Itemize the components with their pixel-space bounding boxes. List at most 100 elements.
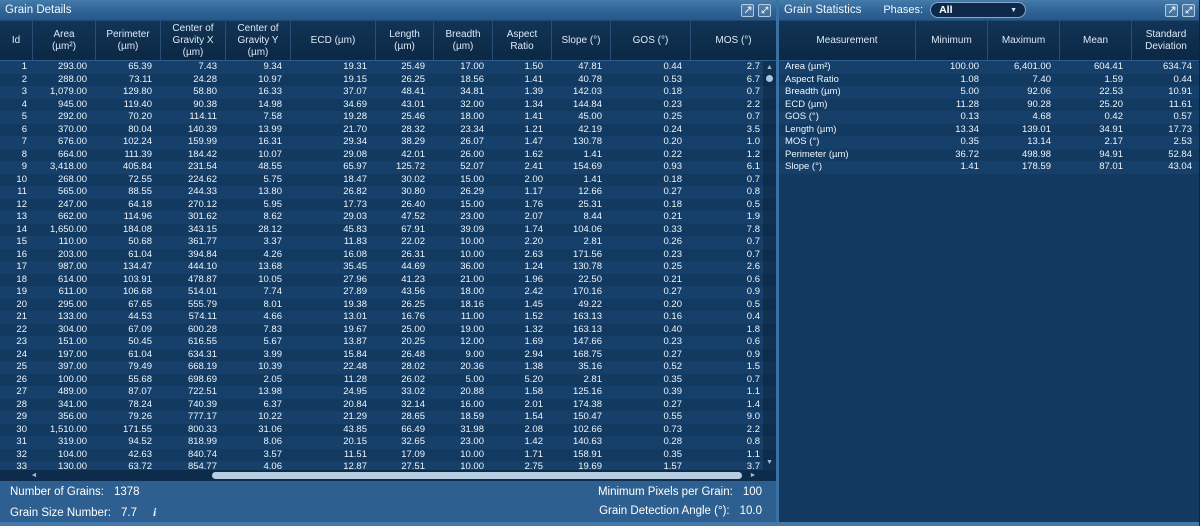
table-row[interactable]: Slope (°)1.41178.5987.0143.04 bbox=[779, 161, 1200, 174]
table-row[interactable]: GOS (°)0.134.680.420.57 bbox=[779, 111, 1200, 124]
table-cell: 1.41 bbox=[492, 74, 551, 87]
table-cell: 110.00 bbox=[32, 236, 95, 249]
table-row[interactable]: 31319.0094.52818.998.0620.1532.6523.001.… bbox=[0, 436, 776, 449]
table-row[interactable]: 19611.00106.68514.017.7427.8943.5618.002… bbox=[0, 286, 776, 299]
table-row[interactable]: 25397.0079.49668.1910.3922.4828.0220.361… bbox=[0, 361, 776, 374]
table-cell: 12 bbox=[0, 199, 32, 212]
table-cell: 26.40 bbox=[375, 199, 433, 212]
column-header-id[interactable]: Id bbox=[0, 21, 32, 60]
table-row[interactable]: 93,418.00405.84231.5448.5565.97125.7252.… bbox=[0, 161, 776, 174]
horizontal-scrollbar[interactable]: ◄ ► bbox=[0, 470, 776, 481]
table-cell: 0.23 bbox=[610, 249, 690, 262]
phases-dropdown[interactable]: All ▼ bbox=[930, 2, 1026, 18]
table-row[interactable]: Breadth (µm)5.0092.0622.5310.91 bbox=[779, 86, 1200, 99]
table-row[interactable]: 141,650.00184.08343.1528.1245.8367.9139.… bbox=[0, 224, 776, 237]
table-cell: 405.84 bbox=[95, 161, 160, 174]
table-row[interactable]: 31,079.00129.8058.8016.3337.0748.4134.81… bbox=[0, 86, 776, 99]
table-row[interactable]: 13662.00114.96301.628.6229.0347.5223.002… bbox=[0, 211, 776, 224]
table-cell: 818.99 bbox=[160, 436, 225, 449]
table-row[interactable]: 18614.00103.91478.8710.0527.9641.2321.00… bbox=[0, 274, 776, 287]
table-row[interactable]: 20295.0067.65555.798.0119.3826.2518.161.… bbox=[0, 299, 776, 312]
table-row[interactable]: 17987.00134.47444.1013.6835.4544.6936.00… bbox=[0, 261, 776, 274]
table-row[interactable]: 1293.0065.397.439.3419.3125.4917.001.504… bbox=[0, 61, 776, 74]
table-cell: 67.91 bbox=[375, 224, 433, 237]
table-cell: 1.08 bbox=[915, 74, 987, 87]
table-cell: 43.56 bbox=[375, 286, 433, 299]
column-header-mean[interactable]: Mean bbox=[1059, 21, 1131, 60]
table-row[interactable]: 32104.0042.63840.743.5711.5117.0910.001.… bbox=[0, 449, 776, 462]
maximize-icon[interactable] bbox=[758, 4, 771, 17]
table-cell: 40.78 bbox=[551, 74, 610, 87]
table-row[interactable]: Area (µm²)100.006,401.00604.41634.74 bbox=[779, 61, 1200, 74]
table-row[interactable]: 7676.00102.24159.9916.3129.3438.2926.071… bbox=[0, 136, 776, 149]
table-cell: 174.38 bbox=[551, 399, 610, 412]
column-header-mos[interactable]: MOS (°) bbox=[690, 21, 776, 60]
column-header-measurement[interactable]: Measurement bbox=[779, 21, 915, 60]
table-row[interactable]: 11565.0088.55244.3313.8026.8230.8026.291… bbox=[0, 186, 776, 199]
column-header-aspect-ratio[interactable]: Aspect Ratio bbox=[492, 21, 551, 60]
grain-statistics-title: Grain Statistics bbox=[784, 4, 861, 16]
vertical-scroll-thumb[interactable] bbox=[766, 75, 773, 82]
column-header-center-of-gravity-x-m[interactable]: Center of Gravity X (µm) bbox=[160, 21, 225, 60]
column-header-standard-deviation[interactable]: Standard Deviation bbox=[1131, 21, 1200, 60]
scroll-up-icon[interactable]: ▲ bbox=[763, 62, 776, 73]
table-cell: 17.73 bbox=[1131, 124, 1200, 137]
table-cell: 0.22 bbox=[610, 149, 690, 162]
column-header-area-m[interactable]: Area (µm²) bbox=[32, 21, 95, 60]
table-row[interactable]: 6370.0080.04140.3913.9921.7028.3223.341.… bbox=[0, 124, 776, 137]
info-icon[interactable]: i bbox=[153, 505, 156, 520]
table-cell: 0.42 bbox=[1059, 111, 1131, 124]
table-row[interactable]: 16203.0061.04394.844.2616.0826.3110.002.… bbox=[0, 249, 776, 262]
table-row[interactable]: 10268.0072.55224.625.7518.4730.0215.002.… bbox=[0, 174, 776, 187]
maximize-icon[interactable] bbox=[1182, 4, 1195, 17]
table-row[interactable]: 22304.0067.09600.287.8319.6725.0019.001.… bbox=[0, 324, 776, 337]
table-row[interactable]: 27489.0087.07722.5113.9824.9533.0220.881… bbox=[0, 386, 776, 399]
table-row[interactable]: Length (µm)13.34139.0134.9117.73 bbox=[779, 124, 1200, 137]
table-row[interactable]: 33130.0063.72854.774.0612.8727.5110.002.… bbox=[0, 461, 776, 470]
table-row[interactable]: 28341.0078.24740.396.3720.8432.1416.002.… bbox=[0, 399, 776, 412]
table-cell: 9.00 bbox=[433, 349, 492, 362]
popout-icon[interactable] bbox=[741, 4, 754, 17]
table-row[interactable]: 5292.0070.20114.117.5819.2825.4618.001.4… bbox=[0, 111, 776, 124]
table-cell: 604.41 bbox=[1059, 61, 1131, 74]
table-cell: 2.08 bbox=[492, 424, 551, 437]
table-row[interactable]: 15110.0050.68361.773.3711.8322.0210.002.… bbox=[0, 236, 776, 249]
column-header-minimum[interactable]: Minimum bbox=[915, 21, 987, 60]
column-header-gos[interactable]: GOS (°) bbox=[610, 21, 690, 60]
table-row[interactable]: 21133.0044.53574.114.6613.0116.7611.001.… bbox=[0, 311, 776, 324]
table-cell: 11 bbox=[0, 186, 32, 199]
column-header-slope[interactable]: Slope (°) bbox=[551, 21, 610, 60]
table-row[interactable]: Aspect Ratio1.087.401.590.44 bbox=[779, 74, 1200, 87]
table-row[interactable]: 8664.00111.39184.4210.0729.0842.0126.001… bbox=[0, 149, 776, 162]
table-row[interactable]: 29356.0079.26777.1710.2221.2928.6518.591… bbox=[0, 411, 776, 424]
scroll-right-icon[interactable]: ► bbox=[747, 470, 759, 481]
table-row[interactable]: 2288.0073.1124.2810.9719.1526.2518.561.4… bbox=[0, 74, 776, 87]
column-header-label: Aspect Ratio bbox=[501, 29, 543, 53]
table-row[interactable]: 4945.00119.4090.3814.9834.6943.0132.001.… bbox=[0, 99, 776, 112]
table-row[interactable]: 12247.0064.18270.125.9517.7326.4015.001.… bbox=[0, 199, 776, 212]
vertical-scrollbar[interactable]: ▲ ▼ bbox=[763, 61, 776, 470]
table-cell: 0.35 bbox=[915, 136, 987, 149]
scroll-down-icon[interactable]: ▼ bbox=[763, 457, 776, 468]
popout-icon[interactable] bbox=[1165, 4, 1178, 17]
column-header-ecd-m[interactable]: ECD (µm) bbox=[290, 21, 375, 60]
table-row[interactable]: 24197.0061.04634.313.9915.8426.489.002.9… bbox=[0, 349, 776, 362]
table-cell: 14.98 bbox=[225, 99, 290, 112]
column-header-breadth-m[interactable]: Breadth (µm) bbox=[433, 21, 492, 60]
table-cell: 67.65 bbox=[95, 299, 160, 312]
column-header-perimeter-m[interactable]: Perimeter (µm) bbox=[95, 21, 160, 60]
scroll-left-icon[interactable]: ◄ bbox=[28, 470, 40, 481]
table-cell: 18.56 bbox=[433, 74, 492, 87]
table-cell: 0.21 bbox=[610, 274, 690, 287]
table-cell: 29.03 bbox=[290, 211, 375, 224]
table-row[interactable]: MOS (°)0.3513.142.172.53 bbox=[779, 136, 1200, 149]
table-row[interactable]: ECD (µm)11.2890.2825.2011.61 bbox=[779, 99, 1200, 112]
column-header-maximum[interactable]: Maximum bbox=[987, 21, 1059, 60]
column-header-center-of-gravity-y-m[interactable]: Center of Gravity Y (µm) bbox=[225, 21, 290, 60]
horizontal-scroll-thumb[interactable] bbox=[212, 472, 742, 479]
column-header-length-m[interactable]: Length (µm) bbox=[375, 21, 433, 60]
table-row[interactable]: 301,510.00171.55800.3331.0643.8566.4931.… bbox=[0, 424, 776, 437]
table-row[interactable]: 26100.0055.68698.692.0511.2826.025.005.2… bbox=[0, 374, 776, 387]
table-row[interactable]: Perimeter (µm)36.72498.9894.9152.84 bbox=[779, 149, 1200, 162]
table-row[interactable]: 23151.0050.45616.555.6713.8720.2512.001.… bbox=[0, 336, 776, 349]
